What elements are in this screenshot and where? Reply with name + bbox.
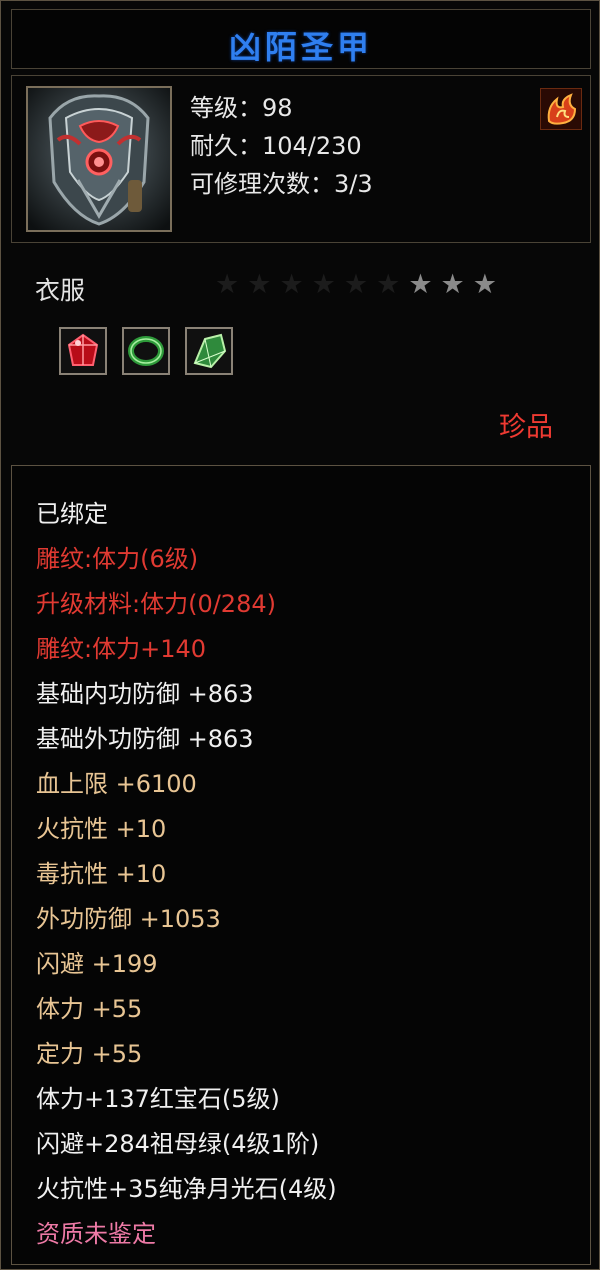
quality-status: 资质未鉴定 bbox=[36, 1220, 156, 1248]
item-name: 凶陌圣甲 bbox=[228, 28, 373, 66]
level-stat: 等级：98 bbox=[190, 94, 293, 122]
stamina-line: 体力 +55 bbox=[36, 995, 143, 1023]
item-tooltip: 凶陌圣甲 等级：98 耐久：104/230 可修理次数：3/3 衣服 ★ ★ ★… bbox=[0, 0, 600, 1270]
star-icon: ★ bbox=[408, 269, 433, 300]
green-ring-gem-icon bbox=[122, 327, 170, 375]
star-icon: ★ bbox=[343, 269, 369, 300]
upgrade-material-line: 升级材料:体力(0/284) bbox=[36, 590, 276, 618]
focus-line: 定力 +55 bbox=[36, 1040, 143, 1068]
star-icon: ★ bbox=[376, 269, 401, 300]
star-icon: ★ bbox=[472, 269, 497, 300]
item-category: 衣服 bbox=[35, 276, 86, 305]
durability-stat: 耐久：104/230 bbox=[190, 132, 362, 160]
engraving-bonus-line: 雕纹:体力+140 bbox=[36, 635, 207, 663]
gem-bonus-line: 体力+137红宝石(5级) bbox=[36, 1085, 280, 1113]
fire-resistance-line: 火抗性 +10 bbox=[36, 815, 167, 843]
fire-element-icon bbox=[540, 88, 582, 130]
rarity-label: 珍品 bbox=[499, 412, 553, 443]
outer-defense-line: 外功防御 +1053 bbox=[36, 905, 221, 933]
red-gem-icon bbox=[59, 327, 107, 375]
engraving-line: 雕纹:体力(6级) bbox=[36, 545, 199, 573]
star-icon: ★ bbox=[279, 269, 304, 300]
base-outer-defense-line: 基础外功防御 +863 bbox=[36, 725, 254, 753]
gem-bonus-line: 闪避+284祖母绿(4级1阶) bbox=[36, 1130, 320, 1158]
gem-bonus-line: 火抗性+35纯净月光石(4级) bbox=[36, 1175, 337, 1203]
green-crystal-gem-icon bbox=[185, 327, 233, 375]
title-bar: 凶陌圣甲 bbox=[11, 9, 591, 69]
armor-portrait-icon bbox=[26, 86, 172, 232]
item-summary: 等级：98 耐久：104/230 可修理次数：3/3 bbox=[11, 75, 591, 243]
base-inner-defense-line: 基础内功防御 +863 bbox=[36, 680, 254, 708]
star-icon: ★ bbox=[247, 269, 272, 300]
star-rating: ★ ★ ★ ★ ★ ★ ★ ★ ★ bbox=[215, 269, 497, 301]
star-icon: ★ bbox=[311, 269, 336, 300]
bound-status: 已绑定 bbox=[36, 500, 108, 528]
repair-count-stat: 可修理次数：3/3 bbox=[190, 170, 373, 198]
star-icon: ★ bbox=[440, 269, 465, 300]
poison-resistance-line: 毒抗性 +10 bbox=[36, 860, 167, 888]
star-icon: ★ bbox=[215, 269, 240, 300]
hp-max-line: 血上限 +6100 bbox=[36, 770, 197, 798]
dodge-line: 闪避 +199 bbox=[36, 950, 158, 978]
item-attributes: 已绑定 雕纹:体力(6级) 升级材料:体力(0/284) 雕纹:体力+140 基… bbox=[11, 465, 591, 1265]
